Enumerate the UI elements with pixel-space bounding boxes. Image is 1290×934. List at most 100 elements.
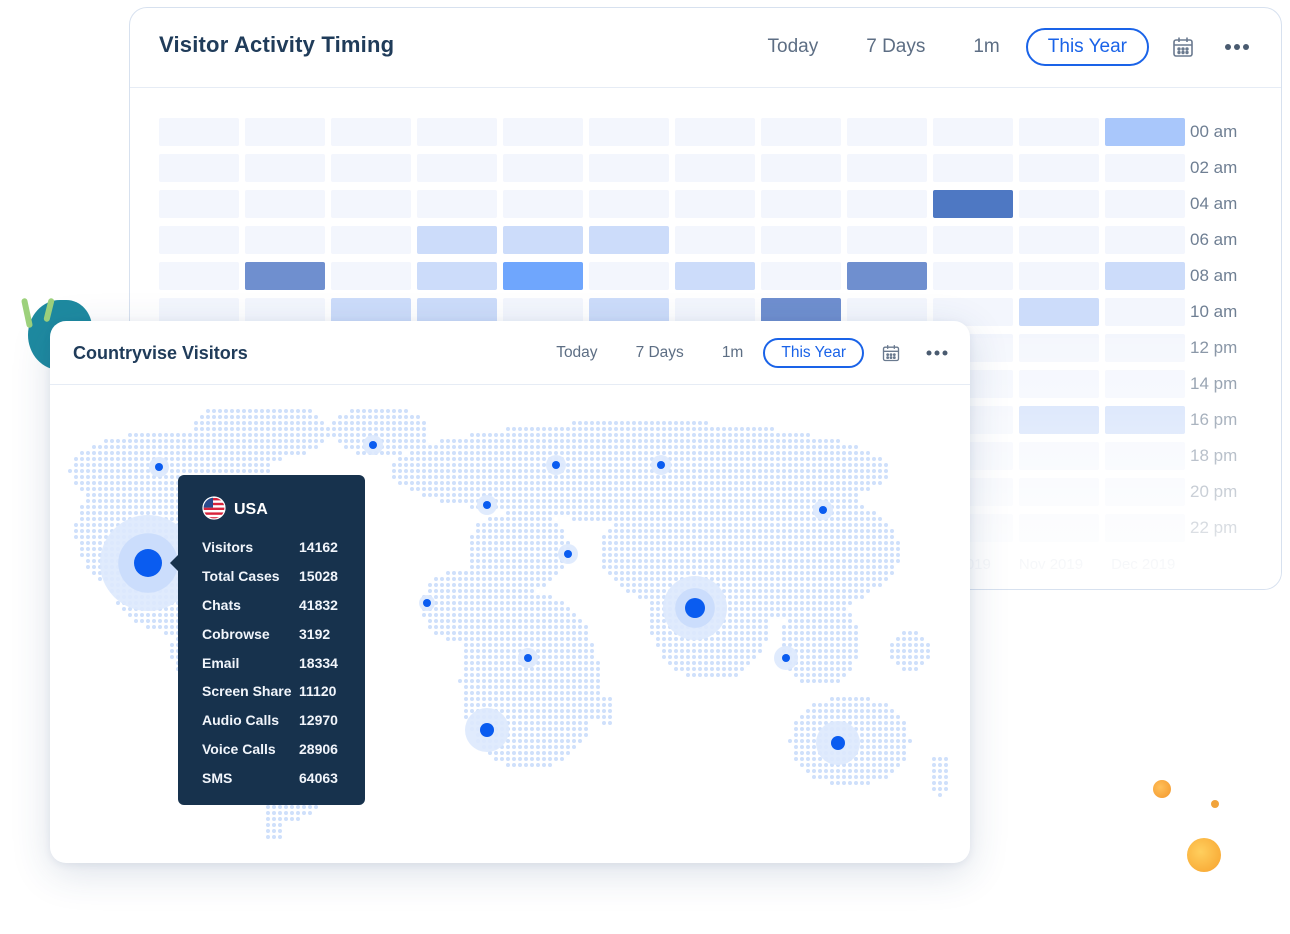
heatmap-cell[interactable]: [1019, 118, 1099, 146]
heatmap-cell[interactable]: [933, 118, 1013, 146]
heatmap-cell[interactable]: [503, 262, 583, 290]
heatmap-cell[interactable]: [245, 262, 325, 290]
heatmap-cell[interactable]: [847, 226, 927, 254]
heatmap-cell[interactable]: [159, 190, 239, 218]
heatmap-cell[interactable]: [1019, 442, 1099, 470]
heatmap-cell[interactable]: [1105, 370, 1185, 398]
heatmap-cell[interactable]: [245, 154, 325, 182]
heatmap-cell[interactable]: [1019, 478, 1099, 506]
heatmap-cell[interactable]: [1105, 154, 1185, 182]
heatmap-cell[interactable]: [1105, 478, 1185, 506]
heatmap-cell[interactable]: [675, 154, 755, 182]
heatmap-cell[interactable]: [1019, 370, 1099, 398]
heatmap-cell[interactable]: [1019, 334, 1099, 362]
heatmap-cell[interactable]: [1105, 514, 1185, 542]
heatmap-cell[interactable]: [503, 226, 583, 254]
heatmap-cell[interactable]: [1019, 406, 1099, 434]
heatmap-cell[interactable]: [1019, 514, 1099, 542]
heatmap-cell[interactable]: [933, 190, 1013, 218]
heatmap-cell[interactable]: [675, 118, 755, 146]
heatmap-cell[interactable]: [1105, 226, 1185, 254]
heatmap-cell[interactable]: [417, 190, 497, 218]
heatmap-cell[interactable]: [847, 118, 927, 146]
map-location-marker[interactable]: [564, 550, 572, 558]
heatmap-cell[interactable]: [503, 118, 583, 146]
map-location-marker[interactable]: [524, 654, 532, 662]
map-location-marker[interactable]: [155, 463, 163, 471]
heatmap-cell[interactable]: [417, 226, 497, 254]
heatmap-cell[interactable]: [761, 226, 841, 254]
heatmap-cell[interactable]: [1105, 442, 1185, 470]
map-location-marker[interactable]: [369, 441, 377, 449]
heatmap-cell[interactable]: [1105, 118, 1185, 146]
heatmap-cell[interactable]: [1105, 298, 1185, 326]
heatmap-cell[interactable]: [847, 154, 927, 182]
heatmap-cell[interactable]: [675, 226, 755, 254]
heatmap-cell[interactable]: [245, 190, 325, 218]
map-location-marker[interactable]: [831, 736, 845, 750]
heatmap-cell[interactable]: [589, 190, 669, 218]
activity-filter-1m[interactable]: 1m: [951, 28, 1021, 66]
heatmap-cell[interactable]: [847, 190, 927, 218]
map-dot: [878, 565, 882, 569]
more-horizontal-icon[interactable]: [1217, 27, 1257, 67]
map-dot: [620, 535, 624, 539]
map-location-marker[interactable]: [552, 461, 560, 469]
activity-filter-7-days[interactable]: 7 Days: [844, 28, 947, 66]
heatmap-cell[interactable]: [159, 262, 239, 290]
heatmap-cell[interactable]: [675, 262, 755, 290]
heatmap-cell[interactable]: [331, 226, 411, 254]
heatmap-cell[interactable]: [589, 154, 669, 182]
map-location-marker[interactable]: [483, 501, 491, 509]
calendar-icon[interactable]: [1163, 27, 1203, 67]
heatmap-cell[interactable]: [159, 154, 239, 182]
map-dot: [524, 727, 528, 731]
activity-filter-today[interactable]: Today: [746, 28, 841, 66]
heatmap-cell[interactable]: [589, 262, 669, 290]
map-location-marker[interactable]: [685, 598, 705, 618]
heatmap-cell[interactable]: [417, 154, 497, 182]
heatmap-cell[interactable]: [847, 262, 927, 290]
heatmap-cell[interactable]: [761, 118, 841, 146]
heatmap-cell[interactable]: [503, 154, 583, 182]
map-location-marker[interactable]: [782, 654, 790, 662]
heatmap-cell[interactable]: [933, 226, 1013, 254]
heatmap-cell[interactable]: [1019, 262, 1099, 290]
heatmap-cell[interactable]: [331, 154, 411, 182]
map-location-marker[interactable]: [134, 549, 162, 577]
heatmap-cell[interactable]: [331, 190, 411, 218]
heatmap-cell[interactable]: [761, 154, 841, 182]
map-dot: [164, 511, 168, 515]
heatmap-cell[interactable]: [1105, 190, 1185, 218]
heatmap-cell[interactable]: [1019, 226, 1099, 254]
map-location-marker[interactable]: [819, 506, 827, 514]
heatmap-cell[interactable]: [1019, 298, 1099, 326]
map-location-marker[interactable]: [657, 461, 665, 469]
heatmap-cell[interactable]: [1019, 154, 1099, 182]
heatmap-cell[interactable]: [245, 226, 325, 254]
map-dot: [800, 625, 804, 629]
map-location-marker[interactable]: [423, 599, 431, 607]
heatmap-cell[interactable]: [589, 118, 669, 146]
heatmap-cell[interactable]: [933, 154, 1013, 182]
heatmap-cell[interactable]: [1105, 262, 1185, 290]
heatmap-cell[interactable]: [761, 262, 841, 290]
heatmap-cell[interactable]: [675, 190, 755, 218]
heatmap-cell[interactable]: [503, 190, 583, 218]
activity-filter-this-year[interactable]: This Year: [1025, 28, 1149, 66]
heatmap-cell[interactable]: [933, 262, 1013, 290]
heatmap-cell[interactable]: [417, 118, 497, 146]
heatmap-cell[interactable]: [589, 226, 669, 254]
heatmap-cell[interactable]: [245, 118, 325, 146]
heatmap-cell[interactable]: [417, 262, 497, 290]
heatmap-cell[interactable]: [159, 118, 239, 146]
heatmap-cell[interactable]: [159, 226, 239, 254]
heatmap-cell[interactable]: [761, 190, 841, 218]
heatmap-cell[interactable]: [331, 118, 411, 146]
heatmap-cell[interactable]: [1105, 334, 1185, 362]
heatmap-cell[interactable]: [331, 262, 411, 290]
map-location-marker[interactable]: [480, 723, 494, 737]
heatmap-cell[interactable]: [1105, 406, 1185, 434]
map-dot: [344, 427, 348, 431]
heatmap-cell[interactable]: [1019, 190, 1099, 218]
